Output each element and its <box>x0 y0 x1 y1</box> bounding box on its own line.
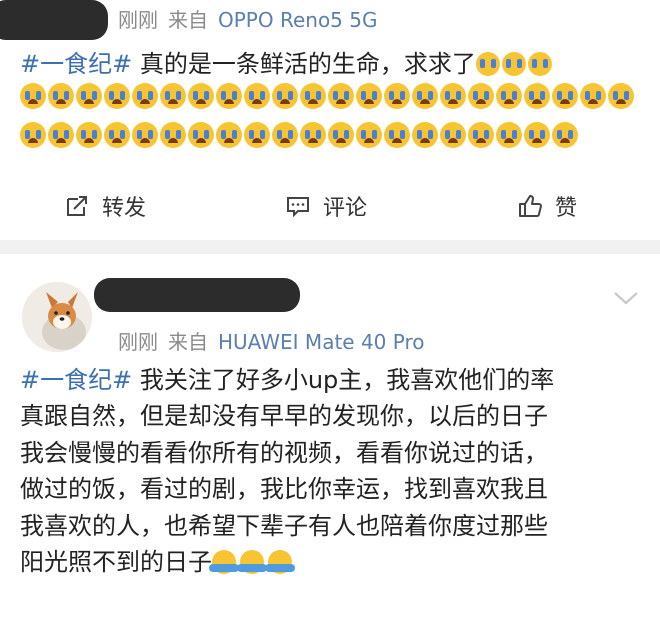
crying-emoji-icon <box>216 83 242 109</box>
post-1-time: 刚刚 <box>118 8 158 32</box>
crying-emoji-icon <box>132 83 158 109</box>
crying-emoji-icon <box>468 83 494 109</box>
hug-emoji-icon <box>209 550 239 575</box>
crying-emoji-icon <box>328 122 354 148</box>
crying-emoji-icon <box>552 122 578 148</box>
crying-emoji-icon <box>160 83 186 109</box>
post-2-from-label: 来自 <box>168 330 208 354</box>
hug-emoji-group <box>209 548 296 576</box>
crying-emoji-icon <box>356 83 382 109</box>
crying-emoji-icon <box>496 83 522 109</box>
crying-emoji-icon <box>104 122 130 148</box>
crying-emoji-icon <box>244 83 270 109</box>
crying-emoji-row-2 <box>20 122 578 152</box>
crying-emoji-group <box>475 50 554 78</box>
crying-emoji-icon <box>20 83 46 109</box>
crying-emoji-icon <box>552 83 578 109</box>
crying-emoji-icon <box>608 83 634 109</box>
feed-divider <box>0 240 660 254</box>
crying-emoji-icon <box>384 83 410 109</box>
crying-emoji-icon <box>527 52 552 76</box>
crying-emoji-icon <box>216 122 242 148</box>
crying-emoji-icon <box>468 122 494 148</box>
crying-emoji-icon <box>524 83 550 109</box>
crying-emoji-icon <box>76 122 102 148</box>
post-2-meta: 刚刚 来自 HUAWEI Mate 40 Pro <box>118 326 424 355</box>
crying-emoji-icon <box>384 122 410 148</box>
comment-button[interactable]: 评论 <box>285 190 367 222</box>
post-2-line-1: #一食纪# 我关注了好多小up主，我喜欢他们的率 <box>20 366 555 394</box>
crying-emoji-icon <box>412 83 438 109</box>
hug-emoji-icon <box>265 550 295 575</box>
repost-button[interactable]: 转发 <box>64 190 146 222</box>
crying-emoji-row-1 <box>20 83 634 113</box>
crying-emoji-icon <box>356 122 382 148</box>
post-2-device[interactable]: HUAWEI Mate 40 Pro <box>218 330 424 354</box>
redacted-username-1 <box>0 0 108 40</box>
post-1-meta: 刚刚 来自 OPPO Reno5 5G <box>118 4 377 33</box>
crying-emoji-icon <box>272 122 298 148</box>
post-1-body: 真的是一条鲜活的生命，求求了 <box>132 50 476 78</box>
chevron-down-icon[interactable] <box>612 290 640 306</box>
post-2-line-4: 做过的饭，看过的剧，我比你幸运，找到喜欢我且 <box>20 475 548 504</box>
crying-emoji-icon <box>188 83 214 109</box>
repost-label: 转发 <box>102 196 147 221</box>
crying-emoji-icon <box>496 122 522 148</box>
post-card-1: 刚刚 来自 OPPO Reno5 5G #一食纪# 真的是一条鲜活的生命，求求了 转… <box>0 0 660 240</box>
crying-emoji-icon <box>300 122 326 148</box>
comment-label: 评论 <box>323 196 368 221</box>
post-2-text: #一食纪# 我关注了好多小up主，我喜欢他们的率 真跟自然，但是却没有早早的发现… <box>20 362 648 580</box>
crying-emoji-icon <box>160 122 186 148</box>
hug-emoji-icon <box>237 550 267 575</box>
crying-emoji-icon <box>501 52 526 76</box>
like-button[interactable]: 赞 <box>517 190 577 222</box>
crying-emoji-icon <box>440 83 466 109</box>
post-1-device[interactable]: OPPO Reno5 5G <box>218 8 377 32</box>
post-2-hashtag[interactable]: #一食纪# <box>20 366 132 394</box>
crying-emoji-icon <box>132 122 158 148</box>
crying-emoji-icon <box>188 122 214 148</box>
redacted-username-2 <box>94 278 300 312</box>
post-2-time: 刚刚 <box>118 330 158 354</box>
post-2-line-5: 我喜欢的人，也希望下辈子有人也陪着你度过那些 <box>20 511 548 540</box>
repost-icon <box>67 196 87 216</box>
crying-emoji-icon <box>580 83 606 109</box>
crying-emoji-icon <box>475 52 500 76</box>
post-1-hashtag[interactable]: #一食纪# <box>20 50 132 78</box>
avatar[interactable] <box>22 282 92 352</box>
crying-emoji-icon <box>76 83 102 109</box>
crying-emoji-icon <box>104 83 130 109</box>
crying-emoji-icon <box>20 122 46 148</box>
like-label: 赞 <box>555 196 578 221</box>
crying-emoji-icon <box>440 122 466 148</box>
crying-emoji-icon <box>300 83 326 109</box>
post-2-line-2: 真跟自然，但是却没有早早的发现你，以后的日子 <box>20 402 548 431</box>
crying-emoji-icon <box>48 83 74 109</box>
dog-avatar-icon <box>22 282 92 352</box>
post-2-line-6: 阳光照不到的日子 <box>20 544 648 580</box>
crying-emoji-icon <box>524 122 550 148</box>
post-1-from-label: 来自 <box>168 8 208 32</box>
thumbs-up-icon <box>519 195 542 217</box>
post-1-text: #一食纪# 真的是一条鲜活的生命，求求了 <box>20 46 554 82</box>
crying-emoji-icon <box>272 83 298 109</box>
crying-emoji-icon <box>244 122 270 148</box>
comment-icon <box>287 197 309 218</box>
crying-emoji-icon <box>328 83 354 109</box>
post-2-line-3: 我会慢慢的看看你所有的视频，看看你说过的话， <box>20 438 548 467</box>
crying-emoji-icon <box>412 122 438 148</box>
crying-emoji-icon <box>48 122 74 148</box>
